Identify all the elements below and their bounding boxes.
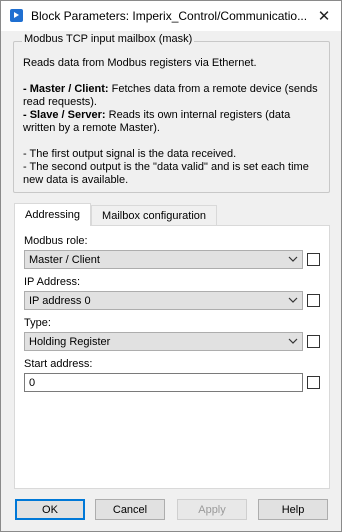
start-address-checkbox[interactable] — [307, 376, 320, 389]
simulink-block-icon — [10, 9, 23, 22]
modbus-role-value: Master / Client — [29, 253, 100, 266]
help-button[interactable]: Help — [258, 499, 328, 520]
description-legend: Modbus TCP input mailbox (mask) — [22, 33, 195, 45]
ip-address-select[interactable]: IP address 0 — [24, 291, 303, 310]
block-parameters-dialog: Block Parameters: Imperix_Control/Commun… — [0, 0, 342, 532]
master-heading: - Master / Client: — [23, 83, 109, 95]
ip-address-value: IP address 0 — [29, 294, 91, 307]
type-select[interactable]: Holding Register — [24, 332, 303, 351]
type-checkbox[interactable] — [307, 335, 320, 348]
title-bar: Block Parameters: Imperix_Control/Commun… — [1, 1, 341, 31]
description-output1: - The first output signal is the data re… — [23, 148, 237, 160]
description-intro: Reads data from Modbus registers via Eth… — [23, 57, 257, 69]
modbus-role-checkbox[interactable] — [307, 253, 320, 266]
ok-button[interactable]: OK — [15, 499, 85, 520]
cancel-button[interactable]: Cancel — [95, 499, 165, 520]
slave-heading: - Slave / Server: — [23, 109, 106, 121]
modbus-role-select[interactable]: Master / Client — [24, 250, 303, 269]
chevron-down-icon — [288, 256, 298, 262]
window-title: Block Parameters: Imperix_Control/Commun… — [31, 9, 308, 23]
start-address-input[interactable]: 0 — [24, 373, 303, 392]
tab-bar: Addressing Mailbox configuration — [14, 203, 217, 226]
apply-button[interactable]: Apply — [177, 499, 247, 520]
chevron-down-icon — [288, 338, 298, 344]
modbus-role-label: Modbus role: — [24, 235, 88, 247]
close-icon[interactable]: ✕ — [313, 5, 335, 27]
description-text: Reads data from Modbus registers via Eth… — [23, 57, 323, 187]
description-output2: - The second output is the "data valid" … — [23, 161, 309, 186]
start-address-value: 0 — [29, 376, 36, 389]
ip-address-checkbox[interactable] — [307, 294, 320, 307]
addressing-panel: Modbus role: Master / Client IP Address:… — [14, 225, 330, 489]
description-slave: - Slave / Server: Reads its own internal… — [23, 109, 323, 135]
chevron-down-icon — [288, 297, 298, 303]
description-group: Modbus TCP input mailbox (mask) Reads da… — [13, 33, 330, 193]
ip-address-label: IP Address: — [24, 276, 81, 288]
type-label: Type: — [24, 317, 51, 329]
type-value: Holding Register — [29, 335, 111, 348]
start-address-label: Start address: — [24, 358, 93, 370]
description-master: - Master / Client: Fetches data from a r… — [23, 83, 323, 109]
tab-mailbox-configuration[interactable]: Mailbox configuration — [91, 205, 217, 226]
tab-addressing[interactable]: Addressing — [14, 203, 92, 226]
